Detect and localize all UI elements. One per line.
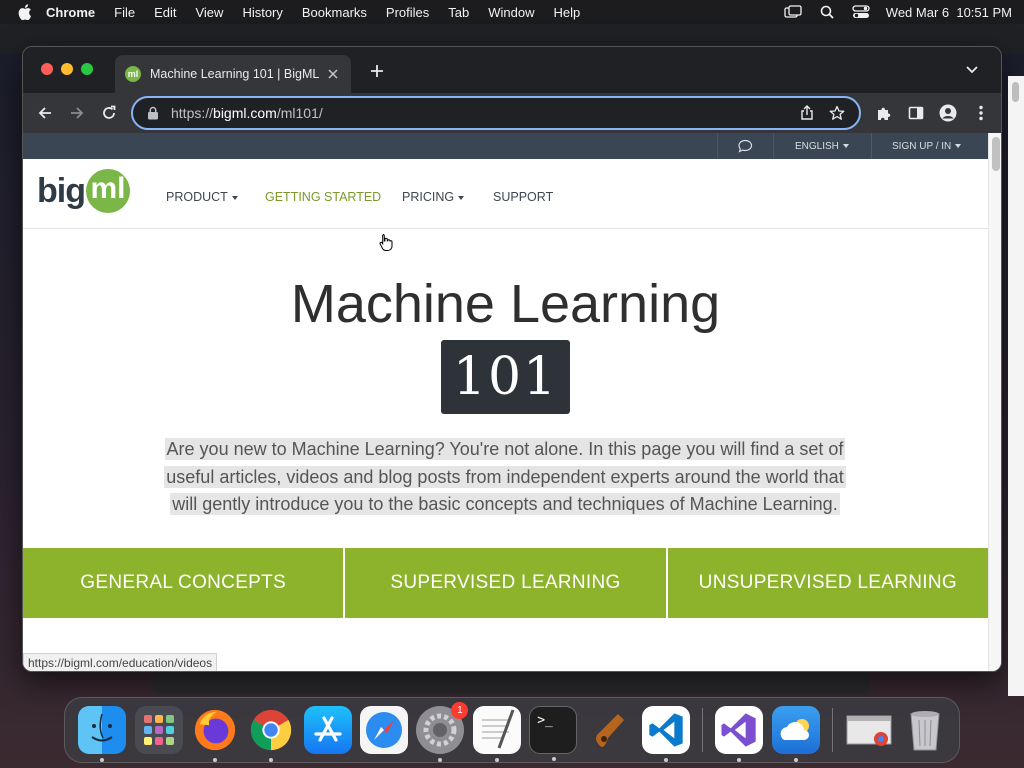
page-title: Machine Learning — [290, 274, 721, 334]
address-bar[interactable]: https://bigml.com/ml101/ — [131, 96, 861, 130]
bigml-favicon-icon: ml — [125, 66, 141, 82]
zoom-window-button[interactable] — [81, 63, 93, 75]
app-store-icon[interactable] — [303, 706, 352, 754]
trash-icon[interactable] — [901, 706, 949, 754]
notification-badge: 1 — [451, 702, 469, 719]
scrollbar-thumb[interactable] — [992, 137, 1000, 171]
tab-search-chevron-icon[interactable] — [965, 63, 979, 77]
browser-tab-active[interactable]: ml Machine Learning 101 | BigML — [115, 55, 351, 93]
macos-menu-bar: Chrome File Edit View History Bookmarks … — [0, 0, 1024, 24]
window-controls — [41, 63, 93, 75]
weather-icon[interactable] — [771, 706, 820, 762]
visual-studio-icon[interactable] — [715, 706, 764, 762]
intro-paragraph: Are you new to Machine Learning? You're … — [164, 438, 846, 515]
extensions-puzzle-icon[interactable] — [875, 104, 893, 122]
link-status-bubble: https://bigml.com/education/videos — [23, 653, 218, 671]
reload-icon[interactable] — [99, 103, 119, 123]
chrome-window: ml Machine Learning 101 | BigML https:// — [22, 46, 1002, 672]
site-top-bar: ENGLISH SIGN UP / IN — [23, 133, 1001, 159]
menu-file[interactable]: File — [114, 5, 135, 20]
chrome-icon[interactable] — [247, 706, 295, 762]
terminal-icon[interactable]: >_ — [529, 706, 578, 761]
topbar-divider — [773, 133, 774, 159]
topbar-divider — [871, 133, 872, 159]
menu-view[interactable]: View — [195, 5, 223, 20]
dock-separator — [702, 708, 704, 752]
menu-app-name[interactable]: Chrome — [46, 5, 95, 20]
background-scroll-thumb — [1012, 82, 1019, 102]
category-bar: GENERAL CONCEPTS SUPERVISED LEARNING UNS… — [23, 548, 988, 618]
dock-separator — [831, 708, 833, 752]
tab-title: Machine Learning 101 | BigML — [150, 67, 319, 81]
control-center-icon[interactable] — [852, 5, 870, 19]
apple-menu-icon[interactable] — [18, 4, 32, 20]
macos-dock: 1 >_ — [64, 697, 960, 763]
forward-arrow-icon[interactable] — [67, 103, 87, 123]
screen-mirroring-icon[interactable] — [784, 5, 802, 19]
menu-window[interactable]: Window — [488, 5, 534, 20]
nav-product[interactable]: PRODUCT — [166, 190, 238, 204]
side-panel-icon[interactable] — [907, 104, 925, 122]
url-text[interactable]: https://bigml.com/ml101/ — [171, 105, 785, 121]
new-tab-icon[interactable] — [367, 61, 387, 81]
textedit-icon[interactable] — [472, 706, 521, 762]
sign-up-in-link[interactable]: SIGN UP / IN — [892, 141, 962, 152]
menu-profiles[interactable]: Profiles — [386, 5, 429, 20]
minimize-window-button[interactable] — [61, 63, 73, 75]
menu-history[interactable]: History — [242, 5, 282, 20]
page-scrollbar[interactable] — [988, 133, 1001, 671]
menu-tab[interactable]: Tab — [448, 5, 469, 20]
profile-avatar-icon[interactable] — [939, 104, 957, 122]
back-arrow-icon[interactable] — [35, 103, 55, 123]
close-tab-icon[interactable] — [325, 66, 341, 82]
share-icon[interactable] — [799, 105, 815, 121]
background-panel — [152, 670, 870, 694]
ml101-badge: 101 — [441, 340, 570, 414]
menu-edit[interactable]: Edit — [154, 5, 176, 20]
chrome-menu-kebab-icon[interactable] — [972, 104, 990, 122]
menu-help[interactable]: Help — [554, 5, 581, 20]
hand-cursor-icon — [379, 233, 393, 251]
firefox-icon[interactable] — [191, 706, 239, 762]
nav-pricing[interactable]: PRICING — [402, 190, 465, 204]
system-settings-icon[interactable]: 1 — [416, 702, 469, 762]
menu-bar-clock[interactable]: Wed Mar 6 10:51 PM — [886, 5, 1012, 20]
safari-icon[interactable] — [360, 706, 409, 754]
spotlight-search-icon[interactable] — [818, 5, 836, 19]
launchpad-icon[interactable] — [134, 706, 183, 754]
topbar-divider — [717, 133, 718, 159]
chat-bubble-icon[interactable] — [737, 139, 753, 153]
lock-icon[interactable] — [147, 106, 159, 120]
tab-strip: ml Machine Learning 101 | BigML — [23, 47, 1001, 93]
category-supervised-learning[interactable]: SUPERVISED LEARNING — [345, 548, 666, 618]
category-general-concepts[interactable]: GENERAL CONCEPTS — [23, 548, 344, 618]
bookmark-star-icon[interactable] — [829, 105, 845, 121]
nav-support[interactable]: SUPPORT — [493, 190, 553, 204]
bigml-logo[interactable]: big ml — [37, 169, 130, 213]
nav-getting-started[interactable]: GETTING STARTED — [265, 190, 381, 204]
finder-icon[interactable] — [78, 706, 127, 762]
logo-ml-circle: ml — [85, 169, 130, 213]
page-viewport: ENGLISH SIGN UP / IN big ml PRODUCT GETT… — [23, 133, 1001, 671]
background-window-scrollbar — [1008, 76, 1024, 696]
vscode-icon[interactable] — [641, 706, 690, 762]
category-unsupervised-learning[interactable]: UNSUPERVISED LEARNING — [667, 548, 988, 618]
logo-text-big: big — [37, 171, 86, 210]
chrome-window-preview-icon[interactable] — [845, 706, 893, 754]
language-selector[interactable]: ENGLISH — [795, 141, 849, 152]
browser-toolbar: https://bigml.com/ml101/ — [23, 93, 1001, 133]
menu-bookmarks[interactable]: Bookmarks — [302, 5, 367, 20]
close-window-button[interactable] — [41, 63, 53, 75]
site-navigation: big ml PRODUCT GETTING STARTED PRICING S… — [23, 159, 1001, 229]
garageband-icon[interactable] — [586, 706, 634, 754]
